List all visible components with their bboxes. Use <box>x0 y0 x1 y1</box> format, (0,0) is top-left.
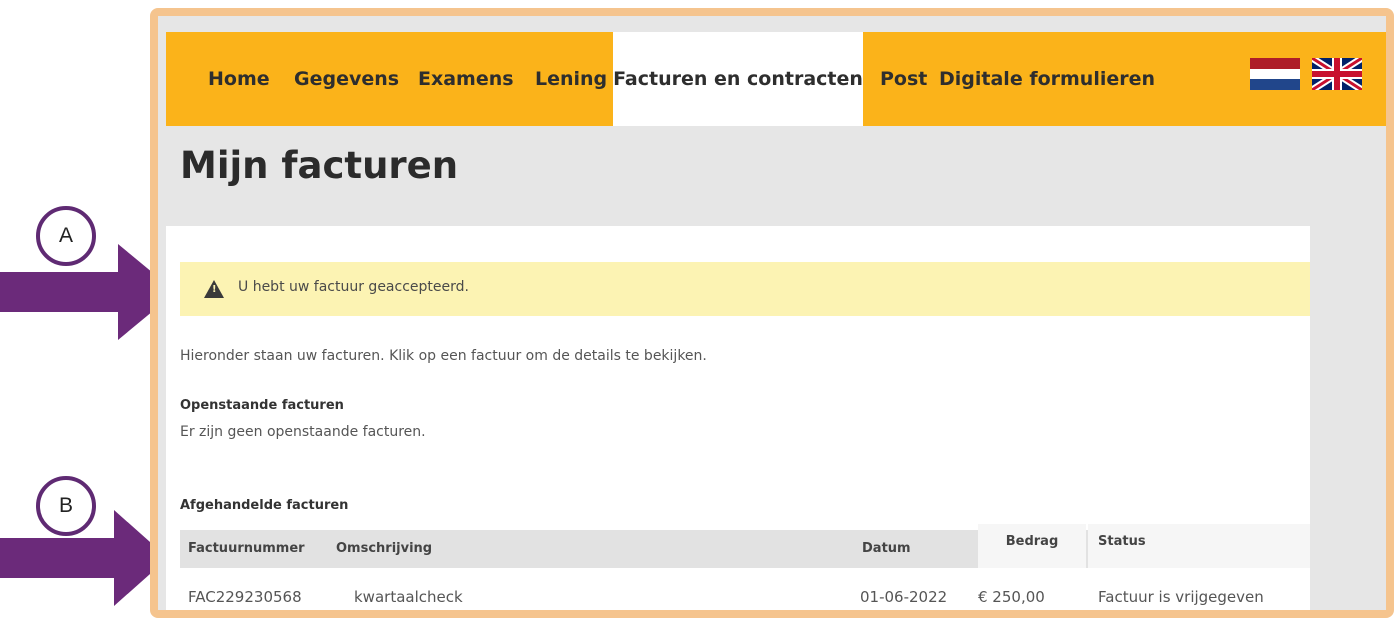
dutch-flag-icon[interactable] <box>1250 58 1300 90</box>
alert-message: U hebt uw factuur geaccepteerd. <box>238 279 469 295</box>
closed-invoices-heading: Afgehandelde facturen <box>180 498 349 513</box>
col-datum[interactable]: Datum <box>862 530 911 568</box>
nav-examens[interactable]: Examens <box>418 32 514 126</box>
invoice-description[interactable]: kwartaalcheck <box>354 588 463 606</box>
col-factuurnummer[interactable]: Factuurnummer <box>188 530 305 568</box>
main-nav: Home Gegevens Examens Lening Facturen en… <box>166 32 1386 126</box>
content-panel: U hebt uw factuur geaccepteerd. Hieronde… <box>166 226 1320 610</box>
warning-icon <box>204 280 224 298</box>
col-status[interactable]: Status <box>1088 524 1320 568</box>
invoice-amount[interactable]: € 250,00 <box>978 588 1045 606</box>
nav-lening[interactable]: Lening <box>535 32 607 126</box>
nav-gegevens[interactable]: Gegevens <box>294 32 399 126</box>
open-invoices-heading: Openstaande facturen <box>180 398 344 413</box>
col-omschrijving[interactable]: Omschrijving <box>336 530 432 568</box>
callout-b-arrow <box>0 510 168 606</box>
invoice-number[interactable]: FAC229230568 <box>188 588 302 606</box>
invoice-table-header: Factuurnummer Omschrijving Datum Bedrag … <box>180 524 1320 568</box>
page-title: Mijn facturen <box>180 144 459 187</box>
uk-flag-icon[interactable] <box>1312 58 1362 90</box>
success-alert: U hebt uw factuur geaccepteerd. <box>180 262 1310 316</box>
invoice-status[interactable]: Factuur is vrijgegeven <box>1098 588 1264 606</box>
nav-digitale-formulieren[interactable]: Digitale formulieren <box>939 32 1155 126</box>
intro-text: Hieronder staan uw facturen. Klik op een… <box>180 348 707 364</box>
invoice-date[interactable]: 01-06-2022 <box>860 588 947 606</box>
screenshot-frame: Home Gegevens Examens Lening Facturen en… <box>150 8 1394 618</box>
col-bedrag[interactable]: Bedrag <box>978 524 1086 568</box>
right-margin <box>1310 226 1386 610</box>
nav-facturen-en-contracten[interactable]: Facturen en contracten <box>613 32 863 126</box>
open-invoices-text: Er zijn geen openstaande facturen. <box>180 424 426 440</box>
nav-post[interactable]: Post <box>880 32 927 126</box>
nav-home[interactable]: Home <box>208 32 270 126</box>
